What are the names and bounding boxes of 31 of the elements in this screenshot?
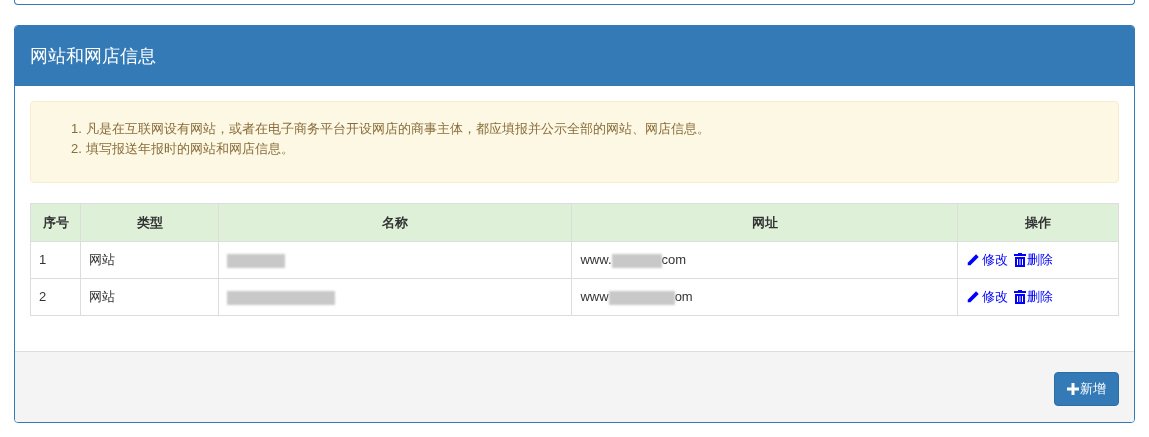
column-header: 操作 [957, 203, 1119, 242]
table-cell: 网站 [80, 241, 219, 279]
table-cell: 1 [30, 241, 81, 279]
column-header: 网址 [571, 203, 958, 242]
url-text: www [580, 289, 609, 305]
url-text: com [661, 252, 687, 268]
edit-link[interactable]: 修改 [965, 287, 1008, 307]
delete-link[interactable]: 删除 [1013, 250, 1053, 270]
add-button[interactable]: 新增 [1054, 371, 1119, 406]
pencil-icon [965, 253, 980, 267]
table-cell: 网站 [80, 278, 219, 316]
blurred-mark [608, 290, 675, 305]
notice-text: 凡是在互联网设有网站，或者在电子商务平台开设网店的商事主体，都应填报并公示全部的网站、网店信息。 [85, 120, 710, 138]
column-header: 序号 [30, 203, 81, 242]
edit-link[interactable]: 修改 [965, 250, 1008, 270]
panel-title: 网站和网店信息 [30, 44, 156, 68]
blurred-mark [227, 253, 286, 268]
notice-text: 填写报送年报时的网站和网店信息。 [85, 140, 294, 158]
column-header: 类型 [80, 203, 219, 242]
notice-number: 2. [71, 140, 82, 158]
url-text: om [674, 289, 693, 305]
delete-link[interactable]: 删除 [1013, 287, 1053, 307]
trash-icon [1013, 290, 1026, 304]
table-cell: 2 [30, 278, 81, 316]
url-text: www. [580, 252, 612, 268]
column-header: 名称 [218, 203, 572, 242]
trash-icon [1013, 253, 1026, 267]
notice-number: 1. [71, 120, 82, 138]
pencil-icon [965, 290, 980, 304]
plus-icon [1067, 382, 1079, 395]
blurred-mark [611, 253, 662, 268]
